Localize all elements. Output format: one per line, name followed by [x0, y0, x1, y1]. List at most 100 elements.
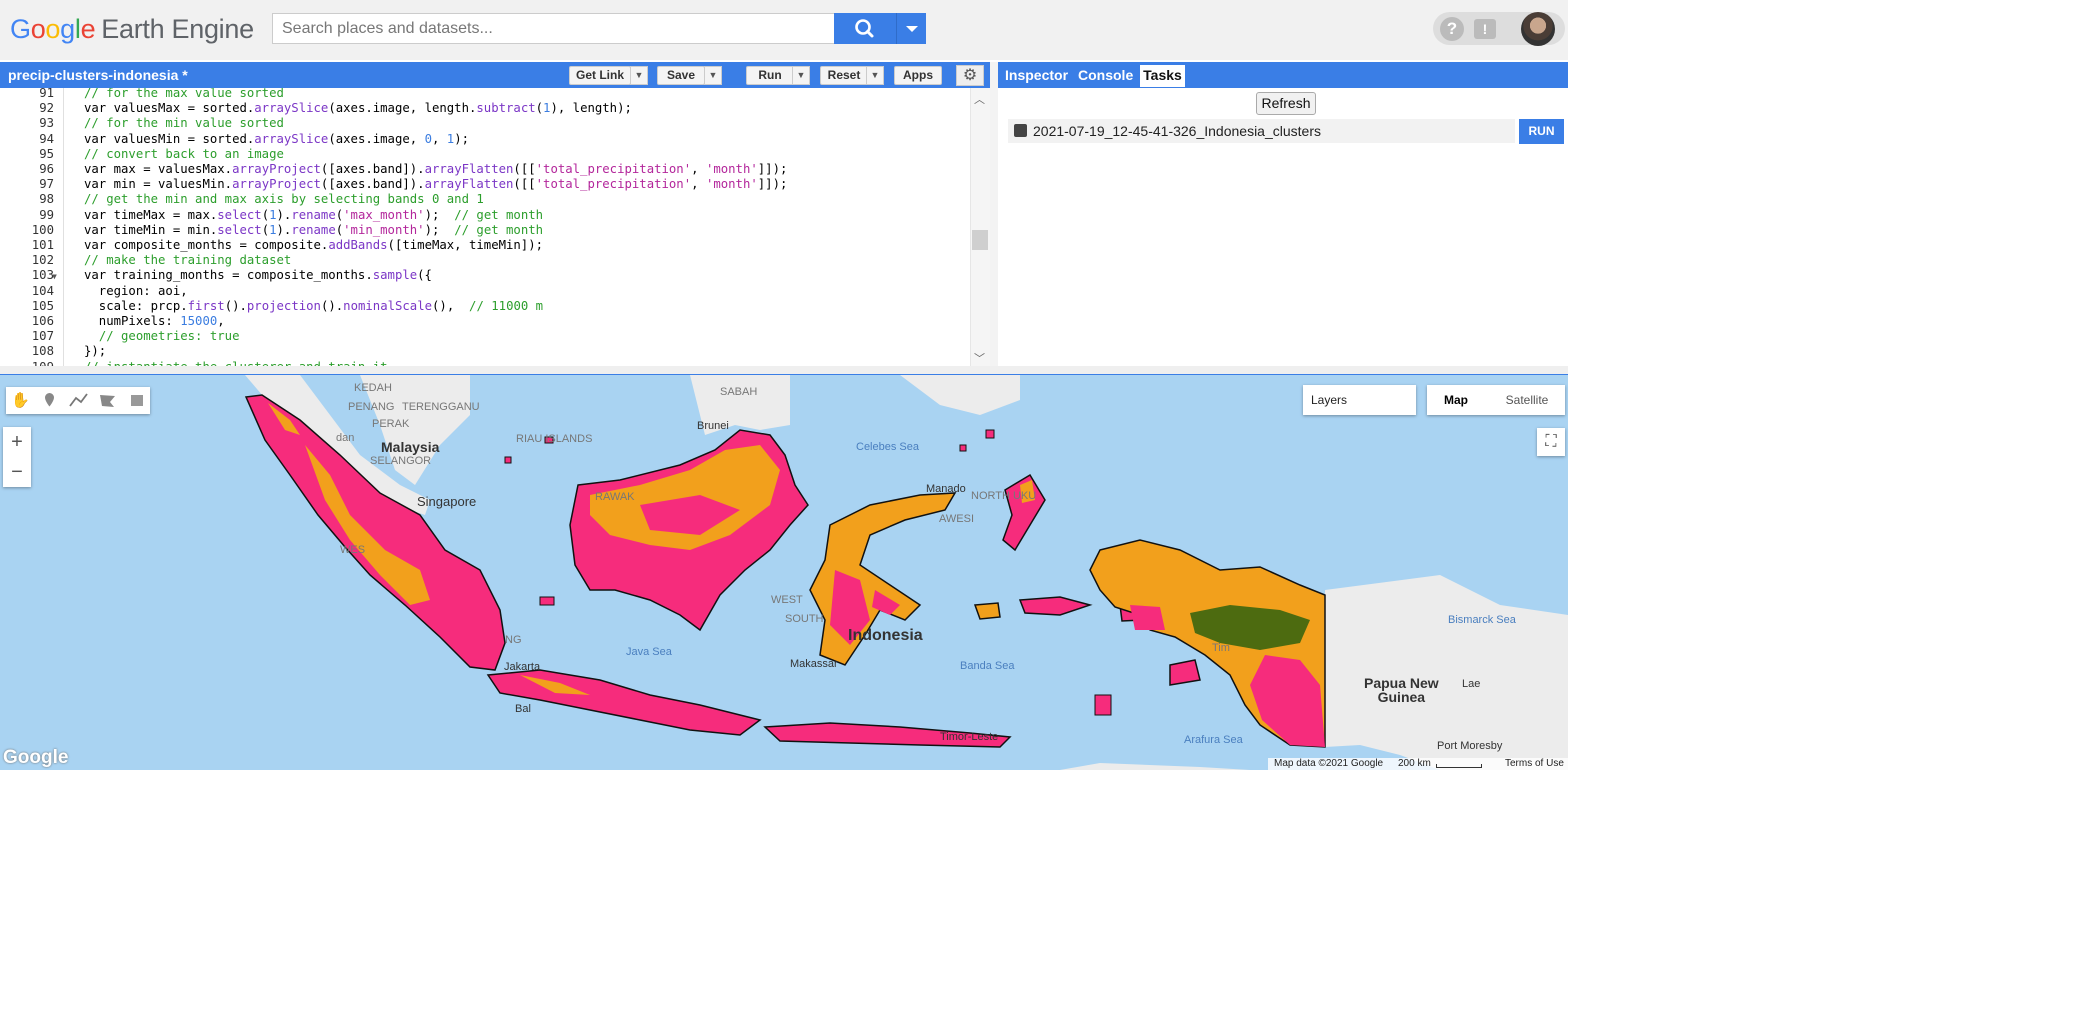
code-line[interactable]: var timeMin = min.select(1).rename('min_…	[84, 223, 543, 238]
rectangle-icon[interactable]	[122, 387, 151, 414]
save-dropdown[interactable]: ▼	[704, 66, 722, 85]
code-line[interactable]: var min = valuesMin.arrayProject([axes.b…	[84, 177, 787, 192]
editor-scroll-thumb[interactable]	[972, 230, 988, 250]
line-icon[interactable]	[64, 387, 93, 414]
code-line[interactable]: var valuesMin = sorted.arraySlice(axes.i…	[84, 132, 469, 147]
code-line[interactable]: });	[84, 344, 106, 359]
attribution-data[interactable]: Map data ©2021 Google	[1274, 758, 1383, 769]
layers-button[interactable]: Layers	[1303, 385, 1416, 415]
code-line[interactable]: // for the max value sorted	[84, 88, 284, 101]
code-line[interactable]: region: aoi,	[84, 284, 188, 299]
scale-label[interactable]: 200 km	[1398, 758, 1431, 769]
search-options-button[interactable]	[896, 13, 926, 44]
satellite-button[interactable]: Satellite	[1489, 385, 1565, 415]
help-icon[interactable]: ?	[1440, 17, 1464, 41]
horizontal-splitter[interactable]	[0, 366, 1568, 375]
map-canvas[interactable]: KEDAH PENANG TERENGGANU PERAK dan Malays…	[0, 375, 1568, 770]
code-line[interactable]: // convert back to an image	[84, 147, 284, 162]
code-line[interactable]: // get the min and max axis by selecting…	[84, 192, 484, 207]
scroll-up-icon[interactable]: ︿	[974, 91, 985, 107]
get-link-dropdown[interactable]: ▼	[630, 66, 648, 85]
search-button[interactable]	[834, 13, 896, 44]
code-line[interactable]: // make the training dataset	[84, 253, 291, 268]
search-icon	[855, 19, 874, 38]
gear-icon[interactable]: ⚙	[956, 65, 984, 86]
line-number: 98	[39, 192, 54, 207]
map-svg	[0, 375, 1568, 770]
line-number: 95	[39, 146, 54, 161]
code-line[interactable]: var timeMax = max.select(1).rename('max_…	[84, 208, 543, 223]
line-number: 101	[31, 238, 54, 252]
get-link-button[interactable]: Get Link	[569, 66, 631, 85]
zoom-control: + −	[3, 427, 31, 487]
line-number: 91	[39, 88, 54, 100]
code-line[interactable]: // geometries: true	[84, 329, 240, 344]
map-label: NORTH UKU	[971, 490, 1037, 502]
vertical-splitter[interactable]	[990, 62, 998, 368]
code-line[interactable]: scale: prcp.first().projection().nominal…	[84, 299, 543, 314]
map-attribution: Map data ©2021 Google 200 km Terms of Us…	[1268, 758, 1568, 770]
code-line[interactable]: numPixels: 15000,	[84, 314, 225, 329]
zoom-in-button[interactable]: +	[3, 427, 31, 457]
fold-arrow-icon[interactable]: ▼	[52, 272, 57, 281]
fullscreen-icon[interactable]: ⛶	[1537, 428, 1565, 456]
polygon-icon[interactable]	[93, 387, 122, 414]
map-label: Arafura Sea	[1184, 734, 1243, 746]
code-line[interactable]: var composite_months = composite.addBand…	[84, 238, 543, 253]
map-label: Manado	[926, 483, 966, 495]
code-line[interactable]: var training_months = composite_months.s…	[84, 268, 432, 283]
map-label: Indonesia	[848, 627, 923, 644]
tab-tasks[interactable]: Tasks	[1140, 65, 1185, 87]
save-button[interactable]: Save	[657, 66, 705, 85]
map-label: Malaysia	[381, 439, 440, 455]
logo-letter: G	[10, 14, 31, 44]
task-run-button[interactable]: RUN	[1519, 119, 1564, 144]
tab-inspector[interactable]: Inspector	[1005, 67, 1068, 83]
map-label: dan	[336, 432, 355, 444]
map-label: Brunei	[697, 420, 729, 432]
line-number: 92	[39, 101, 54, 116]
map-button[interactable]: Map	[1427, 385, 1485, 415]
map-label: PENANG	[348, 401, 395, 413]
logo-letter: e	[80, 14, 96, 44]
line-number: 94	[39, 131, 54, 146]
zoom-out-button[interactable]: −	[3, 457, 31, 487]
feedback-icon[interactable]: !	[1474, 19, 1496, 39]
scroll-down-icon[interactable]: ﹀	[974, 350, 985, 366]
logo-letter: o	[45, 14, 61, 44]
apps-button[interactable]: Apps	[894, 66, 942, 85]
top-bar: Google Earth Engine Search places and dat…	[0, 0, 1568, 60]
map-label: Singapore	[417, 494, 477, 509]
avatar[interactable]	[1521, 12, 1555, 46]
line-number: 93	[39, 116, 54, 131]
code-line[interactable]: var max = valuesMax.arrayProject([axes.b…	[84, 162, 787, 177]
map-label: SOUTH	[785, 613, 824, 625]
run-dropdown[interactable]: ▼	[792, 66, 810, 85]
map-label: Bal	[515, 703, 531, 715]
editor-scrollbar[interactable]	[970, 88, 990, 366]
tab-console[interactable]: Console	[1078, 67, 1133, 83]
map-label: WES	[340, 544, 366, 556]
reset-dropdown[interactable]: ▼	[866, 66, 884, 85]
image-icon	[1014, 124, 1027, 137]
chevron-down-icon	[906, 26, 918, 32]
run-button[interactable]: Run	[746, 66, 794, 85]
search-input[interactable]: Search places and datasets...	[272, 13, 835, 44]
script-name: precip-clusters-indonesia *	[8, 67, 188, 83]
terms-link[interactable]: Terms of Use	[1505, 758, 1564, 769]
code-editor[interactable]: 91 // for the max value sorted 92 var value…	[0, 88, 970, 366]
code-line[interactable]: // for the min value sorted	[84, 116, 284, 131]
map-label: RAWAK	[595, 491, 635, 503]
marker-icon[interactable]	[35, 387, 64, 414]
line-number: 96	[39, 162, 54, 176]
pan-hand-icon[interactable]: ✋	[6, 387, 35, 414]
logo-letter: g	[60, 14, 75, 44]
code-line[interactable]: var valuesMax = sorted.arraySlice(axes.i…	[84, 101, 632, 116]
refresh-button[interactable]: Refresh	[1256, 92, 1316, 115]
line-number: 104	[31, 283, 54, 298]
line-number: 103	[31, 268, 54, 283]
reset-button[interactable]: Reset	[820, 66, 868, 85]
map-label: Banda Sea	[960, 660, 1015, 672]
logo-letter: o	[30, 14, 46, 44]
earth-engine-logo[interactable]: Google Earth Engine	[10, 14, 254, 45]
